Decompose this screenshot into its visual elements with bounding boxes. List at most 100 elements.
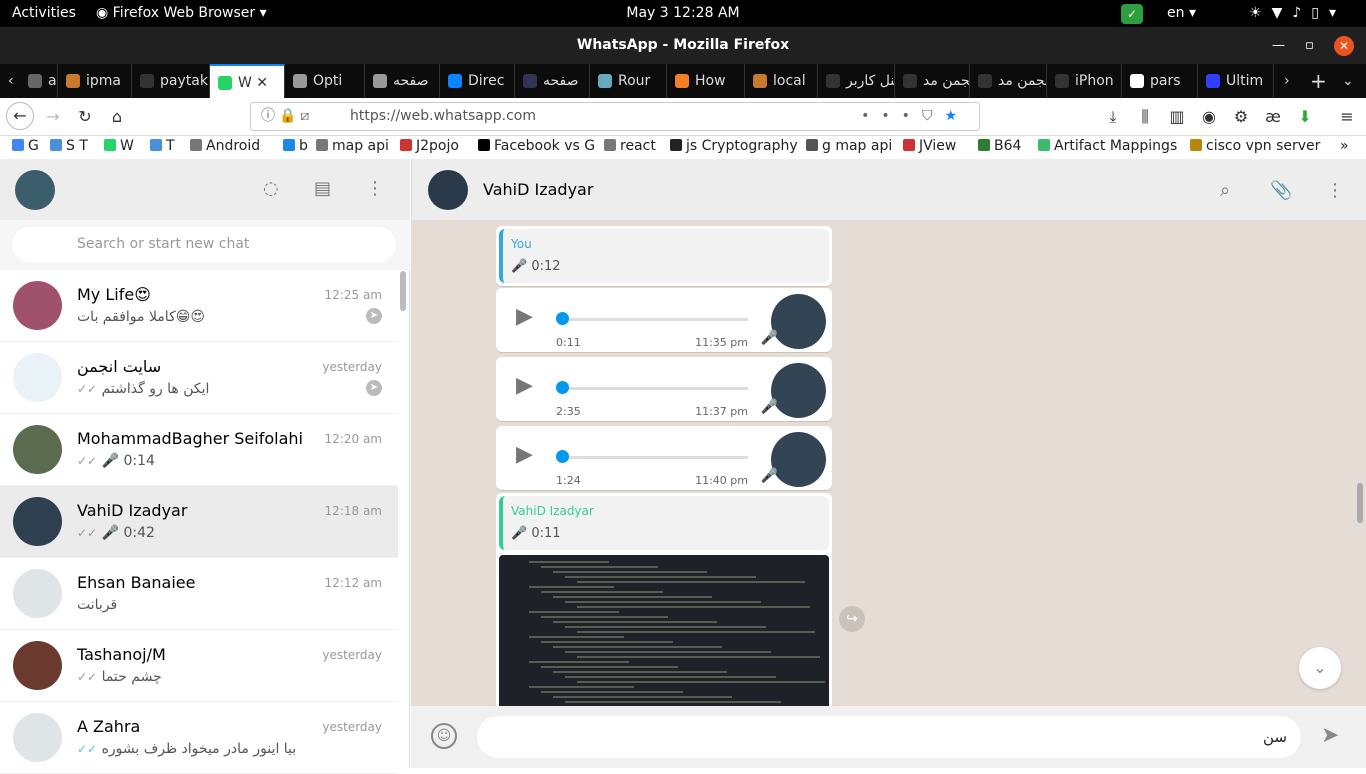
- conversation-header[interactable]: VahiD Izadyar ⌕ 📎 ⋮: [411, 160, 1366, 220]
- downloads-icon[interactable]: ⤓: [1100, 104, 1126, 130]
- browser-tab[interactable]: Direc: [440, 64, 515, 98]
- download-helper-icon[interactable]: ⬇: [1292, 104, 1318, 130]
- new-chat-icon[interactable]: ▤: [314, 178, 331, 199]
- bookmark-item[interactable]: g map api: [806, 138, 892, 154]
- conversation-scrollbar[interactable]: [1357, 483, 1363, 523]
- bookmark-item[interactable]: js Cryptography: [670, 138, 798, 154]
- back-icon[interactable]: ←: [6, 102, 34, 130]
- scroll-tabs-right-icon[interactable]: ›: [1284, 64, 1290, 98]
- system-status-icons[interactable]: ☀▼♪▯▾: [1249, 5, 1346, 21]
- ae-extension-icon[interactable]: æ: [1260, 104, 1286, 130]
- forward-icon[interactable]: →: [40, 104, 66, 130]
- bookmark-item[interactable]: b: [283, 138, 308, 154]
- extension-icon[interactable]: ⚙: [1228, 104, 1254, 130]
- menu-icon[interactable]: ⋮: [366, 178, 384, 199]
- chat-list-item[interactable]: My Life😍 12:25 am کاملا موافقم بات😁😍 ➤: [0, 270, 398, 342]
- browser-tab[interactable]: pars: [1122, 64, 1198, 98]
- browser-tab[interactable]: iPhon: [1047, 64, 1122, 98]
- play-icon[interactable]: ▶: [516, 442, 533, 467]
- chat-list-scrollbar[interactable]: [400, 271, 406, 311]
- library-icon[interactable]: ⫼: [1132, 104, 1158, 130]
- bookmark-item[interactable]: G: [12, 138, 39, 154]
- page-actions-icon[interactable]: •••: [861, 108, 922, 124]
- bookmark-item[interactable]: JView: [903, 138, 956, 154]
- bookmark-item[interactable]: W: [104, 138, 134, 154]
- reload-icon[interactable]: ↻: [72, 104, 98, 130]
- chat-list-item[interactable]: VahiD Izadyar 12:18 am ✓✓ 🎤 0:42: [0, 486, 398, 558]
- clock[interactable]: May 3 12:28 AM: [0, 5, 1366, 21]
- forward-icon[interactable]: ↪: [839, 606, 865, 632]
- voice-progress-knob[interactable]: [556, 312, 569, 325]
- status-icon[interactable]: ◌: [263, 178, 279, 199]
- bookmark-item[interactable]: T: [150, 138, 175, 154]
- bookmark-item[interactable]: react: [604, 138, 656, 154]
- pocket-icon[interactable]: ⛉: [922, 108, 945, 124]
- voice-progress-track[interactable]: [562, 456, 748, 459]
- reply-quote-bubble[interactable]: You 🎤 0:12: [496, 226, 832, 286]
- sidebar-icon[interactable]: ▥: [1164, 104, 1190, 130]
- bookmark-item[interactable]: Facebook vs G: [478, 138, 595, 154]
- play-icon[interactable]: ▶: [516, 373, 533, 398]
- new-tab-icon[interactable]: +: [1310, 64, 1327, 98]
- close-window-button[interactable]: ✕: [1334, 36, 1354, 56]
- more-bookmarks-icon[interactable]: »: [1340, 138, 1349, 154]
- minimize-button[interactable]: —: [1272, 27, 1285, 64]
- search-input[interactable]: Search or start new chat: [12, 227, 396, 262]
- bookmark-item[interactable]: J2pojo: [400, 138, 459, 154]
- language-indicator[interactable]: en ▾: [1167, 5, 1196, 21]
- voice-message[interactable]: ▶ 2:35 11:37 pm 🎤: [496, 357, 832, 421]
- chat-list-item[interactable]: Tashanoj/M yesterday ✓✓ چشم حتما: [0, 630, 398, 702]
- hamburger-menu-icon[interactable]: ≡: [1334, 104, 1360, 130]
- voice-progress-knob[interactable]: [556, 381, 569, 394]
- contact-name[interactable]: VahiD Izadyar: [483, 180, 593, 199]
- scroll-down-icon[interactable]: ⌄: [1299, 647, 1341, 689]
- search-messages-icon[interactable]: ⌕: [1220, 180, 1230, 201]
- bookmark-item[interactable]: map api: [316, 138, 389, 154]
- chat-list-item[interactable]: MohammadBagher Seifolahi 12:20 am ✓✓ 🎤 0:1…: [0, 414, 398, 486]
- url-text[interactable]: https://web.whatsapp.com: [350, 103, 536, 130]
- list-tabs-icon[interactable]: ⌄: [1342, 64, 1354, 98]
- tab-whatsapp-active[interactable]: W ✕: [210, 64, 285, 98]
- scroll-tabs-left-icon[interactable]: ‹: [8, 64, 14, 98]
- browser-tab[interactable]: Opti: [285, 64, 365, 98]
- bookmark-star-icon[interactable]: ★: [944, 108, 969, 124]
- chat-list-item[interactable]: Ehsan Banaiee 12:12 am قربانت: [0, 558, 398, 630]
- voice-progress-track[interactable]: [562, 318, 748, 321]
- url-bar[interactable]: ⓘ🔒⧄ https://web.whatsapp.com •••⛉★: [250, 102, 980, 131]
- voice-message[interactable]: ▶ 0:11 11:35 pm 🎤: [496, 288, 832, 352]
- bookmark-item[interactable]: B64: [978, 138, 1021, 154]
- send-icon[interactable]: ➤: [1321, 723, 1339, 748]
- bookmark-item[interactable]: Artifact Mappings: [1038, 138, 1177, 154]
- attach-icon[interactable]: 📎: [1270, 180, 1292, 201]
- bookmark-item[interactable]: S T: [50, 138, 88, 154]
- browser-tab[interactable]: پنل کاربر: [818, 64, 895, 98]
- browser-tab[interactable]: انجمن مد: [895, 64, 970, 98]
- image-message-bubble[interactable]: VahiD Izadyar 🎤 0:11: [496, 493, 832, 723]
- close-tab-icon[interactable]: ✕: [252, 75, 268, 91]
- emoji-icon[interactable]: ☺: [431, 723, 457, 749]
- contact-avatar[interactable]: [428, 170, 468, 210]
- browser-tab[interactable]: an: [20, 64, 58, 98]
- browser-tab[interactable]: انجمن مد: [970, 64, 1047, 98]
- maximize-button[interactable]: ▫: [1305, 27, 1314, 64]
- voice-progress-knob[interactable]: [556, 450, 569, 463]
- quoted-message[interactable]: You 🎤 0:12: [499, 229, 829, 283]
- conversation-menu-icon[interactable]: ⋮: [1326, 180, 1344, 201]
- browser-tab[interactable]: صفحه: [365, 64, 440, 98]
- play-icon[interactable]: ▶: [516, 304, 533, 329]
- browser-tab[interactable]: Ultim: [1198, 64, 1274, 98]
- message-input[interactable]: سن: [477, 716, 1301, 758]
- browser-tab[interactable]: paytakht: [132, 64, 210, 98]
- site-info-icons[interactable]: ⓘ🔒⧄: [261, 103, 313, 130]
- browser-tab[interactable]: local: [745, 64, 818, 98]
- bookmark-item[interactable]: Android: [190, 138, 260, 154]
- voice-progress-track[interactable]: [562, 387, 748, 390]
- browser-tab[interactable]: Rour: [590, 64, 667, 98]
- voice-message[interactable]: ▶ 1:24 11:40 pm 🎤: [496, 426, 832, 490]
- update-check-icon[interactable]: ✓: [1121, 4, 1143, 24]
- browser-tab[interactable]: صفحه: [515, 64, 590, 98]
- my-avatar[interactable]: [15, 170, 55, 210]
- browser-tab[interactable]: ipma: [58, 64, 132, 98]
- browser-tab[interactable]: How: [667, 64, 745, 98]
- bookmark-item[interactable]: cisco vpn server: [1190, 138, 1320, 154]
